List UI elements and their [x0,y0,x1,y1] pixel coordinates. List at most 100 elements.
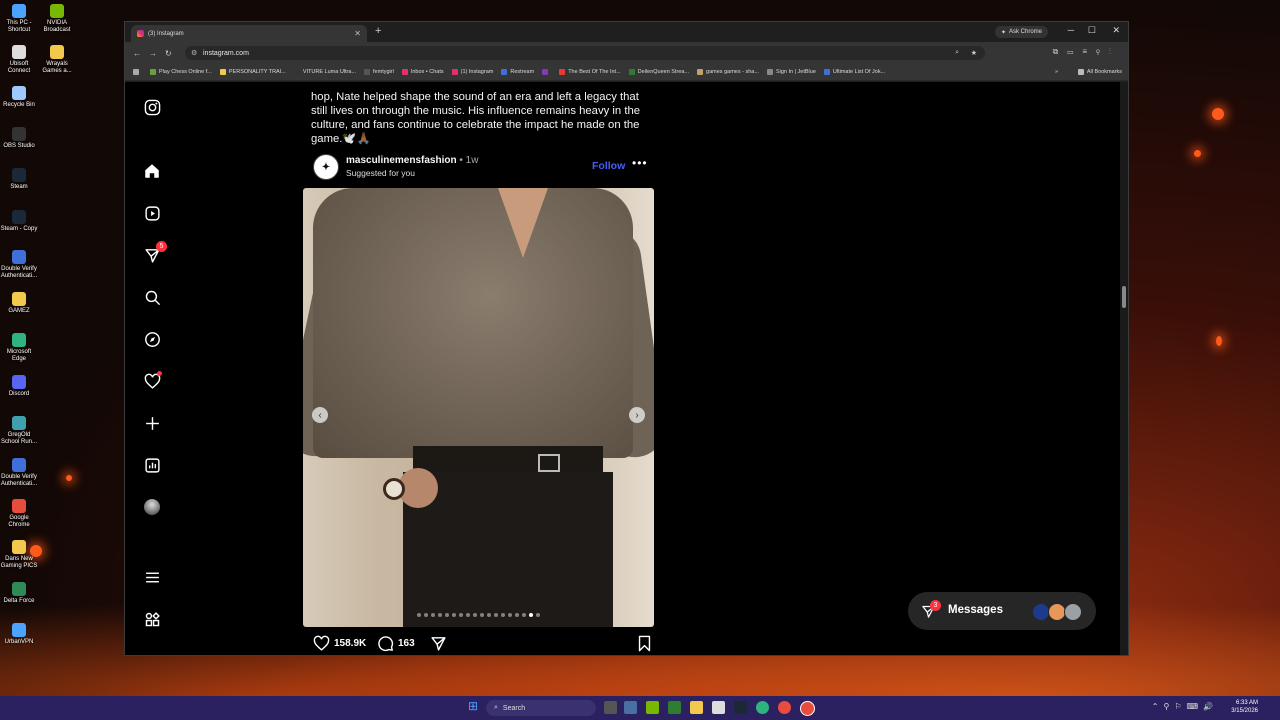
chrome-active-app-icon[interactable] [800,701,815,716]
desktop-icon[interactable]: Wrayals Games a... [38,45,76,75]
carousel-prev-icon[interactable]: ‹ [312,407,328,423]
desktop-icon[interactable]: Double Verify Authenticati... [0,250,38,280]
desktop-icon[interactable]: Microsoft Edge [0,333,38,363]
desktop-icon[interactable]: OBS Studio [0,127,38,150]
toolbar-extension-icons[interactable]: ⧉▭≡⚲⋮ [1053,47,1120,57]
file-explorer-icon[interactable] [690,701,703,714]
more-bookmarks-button[interactable]: » [1055,69,1058,75]
desktop-icon[interactable]: Ubisoft Connect [0,45,38,75]
bookmarks-bar: Play Chess Online f... PERSONALITY TRAI..… [125,64,1128,81]
bookmark-item[interactable]: PERSONALITY TRAI... [219,69,286,75]
nvidia-broadcast-app-icon[interactable] [668,701,681,714]
home-icon[interactable] [141,160,163,182]
bookmark-item[interactable]: DeilenQueen Strea... [628,69,689,75]
desktop-icon[interactable]: This PC - Shortcut [0,4,38,34]
ask-chrome-button[interactable]: ✦ Ask Chrome [994,26,1048,38]
page-scrollbar[interactable] [1120,82,1128,655]
settings-app-icon[interactable] [624,701,637,714]
instagram-logo-icon[interactable] [141,96,163,118]
share-icon[interactable] [430,635,447,652]
desktop-icon[interactable]: Recycle Bin [0,86,38,109]
reload-icon[interactable]: ↻ [165,49,172,58]
close-tab-icon[interactable]: ✕ [354,29,361,38]
bookmark-favicon-icon [501,69,508,75]
site-info-icon[interactable]: ⚙ [191,49,197,57]
apps-icon[interactable] [133,69,142,75]
bookmark-item[interactable]: Ultimate List Of Jok... [823,69,885,75]
desktop-icon[interactable]: Double Verify Authenticati... [0,458,38,488]
forward-icon[interactable]: → [149,49,157,58]
zoom-icon[interactable]: ⌕ [955,49,959,57]
notification-dot [157,371,162,376]
task-view-icon[interactable] [604,701,617,714]
scrollbar-thumb[interactable] [1122,286,1126,308]
comment-button[interactable]: 163 [377,635,415,652]
notification-badge: 5 [156,241,167,252]
bookmark-item[interactable]: Sign In | JetBlue [766,69,816,75]
tab-instagram[interactable]: (3) Instagram ✕ [131,25,367,42]
search-icon[interactable] [141,286,163,308]
explore-compass-icon[interactable] [141,328,163,350]
save-bookmark-icon[interactable] [637,635,652,652]
system-tray-icons[interactable]: ⌃⚲⚐⌨🔊 [1152,702,1218,711]
menu-hamburger-icon[interactable] [141,566,163,588]
also-from-meta-icon[interactable] [141,608,163,630]
post-image[interactable]: ‹ › [303,188,654,627]
bookmark-item[interactable]: Inbox • Chats [401,69,444,75]
taskbar-clock[interactable]: 6:33 AM 3/15/2026 [1231,699,1258,715]
carousel-dot [515,613,519,617]
username-text[interactable]: masculinemensfashion [346,155,457,166]
maximize-icon[interactable]: ☐ [1088,25,1096,36]
notifications-heart-icon[interactable] [141,370,163,392]
all-bookmarks-button[interactable]: All Bookmarks [1077,69,1122,75]
bookmark-star-icon[interactable]: ★ [971,49,977,57]
bookmark-item[interactable]: The Best Of The Int... [559,69,621,75]
direct-messages-icon[interactable]: 5 [141,241,167,266]
close-window-icon[interactable]: ✕ [1112,25,1120,36]
bookmark-item[interactable] [542,69,551,75]
taskbar-search[interactable]: ⌕ Search [486,700,596,716]
windows-start-icon[interactable]: ⊞ [468,699,481,713]
bookmark-item[interactable]: games games - sha... [697,69,759,75]
minimize-icon[interactable]: ─ [1068,25,1074,35]
desktop-icon[interactable]: Google Chrome [0,499,38,529]
wallpaper-ember [1194,150,1201,157]
desktop-icon[interactable]: GregOld School Run... [0,416,38,446]
desktop-icon[interactable]: NVIDIA Broadcast [38,4,76,34]
nvidia-app-icon[interactable] [646,701,659,714]
address-bar[interactable]: ⚙ instagram.com ⌕ ★ [185,46,985,60]
notepad-app-icon[interactable] [712,701,725,714]
desktop-icon[interactable]: UrbanVPN [0,623,38,646]
bookmark-item[interactable]: (1) Instagram [451,69,493,75]
back-icon[interactable]: ← [133,49,141,58]
desktop-icon[interactable]: Steam [0,168,38,191]
instagram-favicon-icon [137,30,144,37]
desktop-icon[interactable]: GAMEZ [0,292,38,315]
bookmark-item[interactable]: Play Chess Online f... [150,69,212,75]
desktop-icon[interactable]: Dans New Gaming PICS [0,540,38,570]
dashboard-insights-icon[interactable] [141,454,163,476]
follow-button[interactable]: Follow [592,160,625,172]
like-button[interactable]: 158.9K [313,635,366,652]
carousel-next-icon[interactable]: › [629,407,645,423]
post-author-username[interactable]: masculinemensfashion • 1w [346,155,478,166]
desktop-icon[interactable]: Steam - Copy [0,210,38,233]
bookmark-item[interactable]: femtygirl [364,69,394,75]
post-author-avatar[interactable]: ✦ [313,154,339,180]
desktop-icon[interactable]: Delta Force [0,582,38,605]
bookmark-item[interactable]: Restream [501,69,534,75]
steam-app-icon[interactable] [734,701,747,714]
create-post-icon[interactable] [141,412,163,434]
desktop-icon-label: OBS Studio [3,143,35,149]
profile-avatar[interactable] [141,496,163,518]
bookmark-item[interactable]: VITURE Luma Ultra... [293,69,356,75]
reels-icon[interactable] [141,202,163,224]
more-options-icon[interactable]: ••• [632,156,648,170]
new-tab-button[interactable]: + [375,25,381,37]
desktop-icon-label: Double Verify Authenticati... [0,474,38,487]
messages-button[interactable]: 3 Messages [908,592,1096,630]
chrome-app-icon[interactable] [778,701,791,714]
edge-app-icon[interactable] [756,701,769,714]
ask-chrome-label: Ask Chrome [1008,29,1042,35]
desktop-icon[interactable]: Discord [0,375,38,398]
